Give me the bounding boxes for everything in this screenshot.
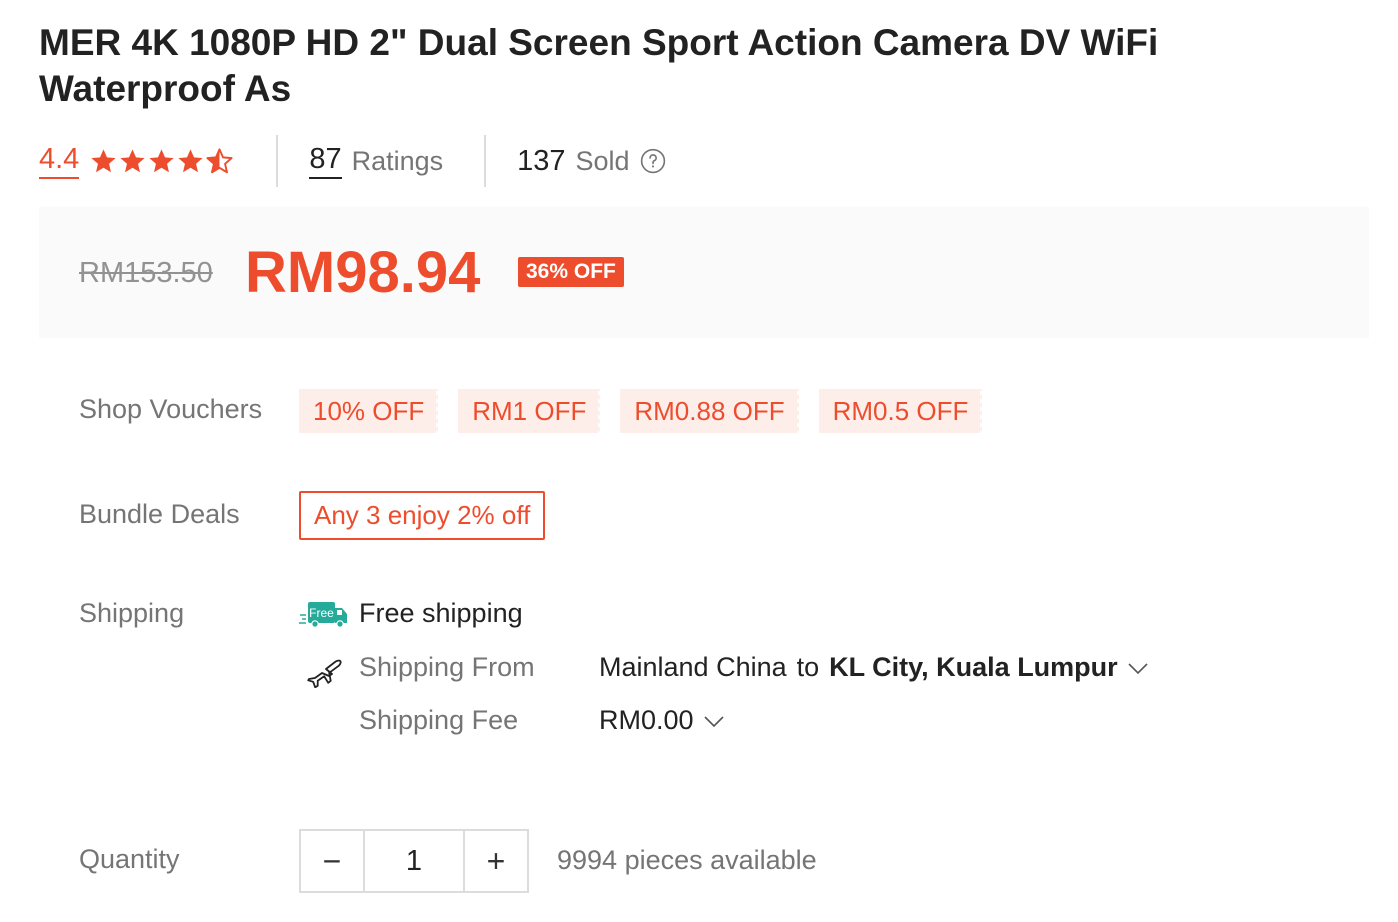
shipping-label: Shipping [79,598,185,628]
voucher-list: 10% OFF RM1 OFF RM0.88 OFF RM0.5 OFF [296,389,1002,433]
shipping-fee-selector[interactable]: RM0.00 [599,705,726,736]
star-icon [91,148,116,172]
free-badge-text: Free [309,606,334,620]
star-icon [120,148,145,172]
chevron-down-icon[interactable] [1126,656,1150,680]
price-section: RM153.50 RM98.94 36% OFF [39,207,1369,338]
shipping-to-word: to [796,652,820,682]
quantity-stepper: − 1 + [299,829,529,893]
shipping-from-selector[interactable]: Mainland China to KL City, Kuala Lumpur [599,652,1150,683]
quantity-label: Quantity [79,844,180,874]
shipping-from-label: Shipping From [359,652,535,682]
discount-badge: 36% OFF [518,257,624,287]
half-star-icon [206,147,233,173]
sold-label: Sold [575,145,630,176]
star-icon [149,148,174,172]
divider [484,135,487,187]
current-price: RM98.94 [245,240,481,305]
sold-count: 137 [517,144,566,177]
voucher-tag[interactable]: 10% OFF [296,389,441,433]
rating-value[interactable]: 4.4 [39,143,80,179]
star-icon [178,148,203,172]
bundle-deal-tag[interactable]: Any 3 enjoy 2% off [299,491,546,540]
quantity-input[interactable]: 1 [363,831,465,891]
decrease-button[interactable]: − [301,831,363,891]
voucher-tag[interactable]: RM0.5 OFF [816,389,985,433]
divider [276,135,279,187]
ratings-count[interactable]: 87 [309,143,342,179]
product-title: MER 4K 1080P HD 2" Dual Screen Sport Act… [39,22,1159,109]
free-shipping-truck-icon: Free [299,602,347,628]
increase-button[interactable]: + [465,831,527,891]
stock-available: 9994 pieces available [557,845,817,875]
chevron-down-icon[interactable] [702,709,726,733]
original-price: RM153.50 [79,257,213,289]
rating-summary: 4.4 87 Ratings 137 Sold [39,135,666,187]
help-circle-icon[interactable] [640,148,666,174]
bundle-label: Bundle Deals [79,499,240,529]
ratings-label: Ratings [351,145,444,176]
voucher-tag[interactable]: RM1 OFF [456,389,603,433]
voucher-tag[interactable]: RM0.88 OFF [618,389,801,433]
shipping-fee-label: Shipping Fee [359,705,519,735]
airplane-icon [307,659,342,688]
star-rating [89,147,234,176]
shipping-fee-value: RM0.00 [599,705,694,735]
shipping-origin: Mainland China [599,652,787,682]
vouchers-label: Shop Vouchers [79,394,263,424]
free-shipping-text: Free shipping [359,597,523,628]
shipping-destination[interactable]: KL City, Kuala Lumpur [829,652,1118,683]
free-shipping-row: Free Free shipping [299,596,523,630]
